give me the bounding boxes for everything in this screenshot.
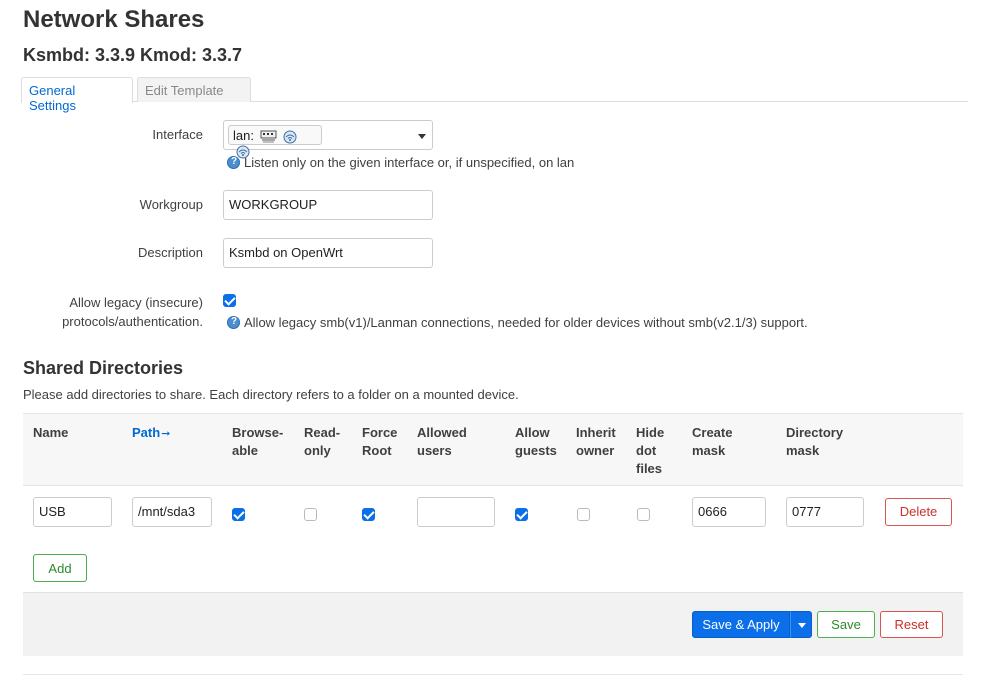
legacy-label: Allow legacy (insecure) protocols/authen… — [30, 293, 203, 331]
interface-hint: Listen only on the given interface or, i… — [227, 155, 574, 170]
divider — [23, 674, 963, 675]
page-title: Network Shares — [23, 6, 205, 33]
tab-bar: General Settings Edit Template — [21, 77, 968, 113]
col-inherit-owner-2: owner — [576, 443, 615, 458]
row-inherit-owner-checkbox[interactable] — [577, 508, 590, 521]
col-allowed-users-1: Allowed — [417, 425, 467, 440]
legacy-hint: Allow legacy smb(v1)/Lanman connections,… — [227, 315, 808, 330]
col-allow-guests: Allow guests — [515, 424, 557, 460]
interface-selected-chip: lan: — [228, 125, 322, 159]
col-hide-dot-2: dot — [636, 443, 657, 458]
col-directory-mask: Directory mask — [786, 424, 843, 460]
col-force-root-2: Root — [362, 443, 392, 458]
col-browseable: Browse-able — [232, 424, 283, 460]
page-subtitle: Ksmbd: 3.3.9 Kmod: 3.3.7 — [23, 45, 243, 65]
workgroup-label: Workgroup — [139, 197, 203, 212]
col-force-root-1: Force — [362, 425, 398, 440]
chevron-down-icon — [418, 134, 426, 139]
interface-label: Interface — [152, 127, 203, 142]
col-path-label: Path — [132, 425, 161, 440]
add-button[interactable]: Add — [33, 554, 87, 582]
interface-value: lan: — [233, 128, 254, 143]
interface-select[interactable]: lan: — [223, 120, 433, 159]
sort-arrow-icon: ➞ — [161, 428, 171, 440]
col-create-mask-2: mask — [692, 443, 726, 458]
col-directory-mask-2: mask — [786, 443, 820, 458]
ethernet-switch-icon — [260, 130, 277, 143]
col-read-only: Read-only — [304, 424, 340, 460]
section-description: Please add directories to share. Each di… — [23, 387, 519, 402]
col-browseable-2: able — [232, 443, 259, 458]
row-name-input[interactable]: USB — [33, 497, 112, 527]
legacy-label-line1: Allow legacy (insecure) — [69, 295, 203, 310]
col-read-only-1: Read- — [304, 425, 341, 440]
col-inherit-owner-1: Inherit — [576, 425, 616, 440]
col-directory-mask-1: Directory — [786, 425, 844, 440]
tab-general-settings[interactable]: General Settings — [21, 77, 133, 113]
legacy-checkbox[interactable] — [223, 294, 236, 307]
section-title: Shared Directories — [23, 358, 184, 378]
row-create-mask-input[interactable]: 0666 — [692, 497, 766, 527]
row-allow-guests-checkbox[interactable] — [515, 508, 528, 521]
col-browseable-1: Browse- — [232, 425, 284, 440]
col-allowed-users-2: users — [417, 443, 452, 458]
col-name: Name — [33, 425, 69, 440]
help-icon — [227, 156, 240, 169]
row-directory-mask-input[interactable]: 0777 — [786, 497, 864, 527]
row-hide-dot-files-checkbox[interactable] — [637, 508, 650, 521]
col-hide-dot-3: files — [636, 461, 663, 476]
col-read-only-2: only — [304, 443, 331, 458]
save-apply-button[interactable]: Save & Apply — [692, 611, 790, 638]
description-input[interactable]: Ksmbd on OpenWrt — [223, 238, 433, 268]
col-allow-guests-2: guests — [515, 443, 557, 458]
col-hide-dot-1: Hide — [636, 425, 665, 440]
col-force-root: Force Root — [362, 424, 397, 460]
legacy-hint-text: Allow legacy smb(v1)/Lanman connections,… — [244, 315, 808, 330]
tab-edit-template[interactable]: Edit Template — [137, 77, 251, 102]
col-create-mask: Create mask — [692, 424, 732, 460]
row-force-root-checkbox[interactable] — [362, 508, 375, 521]
description-label: Description — [137, 245, 203, 260]
save-button[interactable]: Save — [817, 611, 875, 638]
col-inherit-owner: Inherit owner — [576, 424, 616, 460]
row-path-input[interactable]: /mnt/sda3 — [132, 497, 212, 527]
col-path[interactable]: Path➞ — [132, 424, 170, 443]
help-icon — [227, 316, 240, 329]
col-allowed-users: Allowed users — [417, 424, 467, 460]
col-allow-guests-1: Allow — [515, 425, 550, 440]
workgroup-input[interactable]: WORKGROUP — [223, 190, 433, 220]
delete-button[interactable]: Delete — [885, 498, 952, 526]
reset-button[interactable]: Reset — [880, 611, 943, 638]
legacy-label-line2: protocols/authentication. — [62, 314, 203, 329]
col-create-mask-1: Create — [692, 425, 733, 440]
save-apply-dropdown-button[interactable] — [790, 611, 812, 638]
row-allowed-users-input[interactable] — [417, 497, 495, 527]
table-header: Name Path➞ Browse-able Read-only Force Ro… — [23, 413, 963, 486]
interface-hint-text: Listen only on the given interface or, i… — [244, 155, 575, 170]
wifi-icon — [283, 130, 297, 144]
row-read-only-checkbox[interactable] — [304, 508, 317, 521]
row-browseable-checkbox[interactable] — [232, 508, 245, 521]
col-hide-dot-files: Hide dot files — [636, 424, 664, 478]
